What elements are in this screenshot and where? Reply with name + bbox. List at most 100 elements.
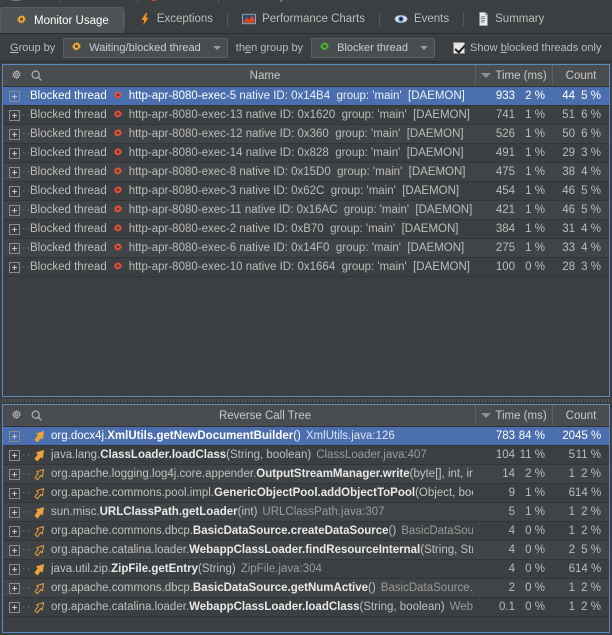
table-row[interactable]: ·· Blocked thread http-apr-8080-exec-8 na… xyxy=(3,163,609,182)
expand-icon[interactable] xyxy=(9,109,20,121)
table-row[interactable]: ·· java.lang.ClassLoader.loadClass(Strin… xyxy=(3,446,609,465)
expand-icon[interactable] xyxy=(9,601,20,613)
column-header-reverse-call-tree[interactable]: Reverse Call Tree xyxy=(55,410,475,422)
row-call-cell: ·· org.apache.commons.pool.impl.GenericO… xyxy=(3,487,473,500)
expand-icon[interactable] xyxy=(9,582,20,594)
top-tab-threads-label: Threads xyxy=(86,0,126,2)
expand-icon[interactable] xyxy=(9,449,20,461)
top-tab-memory[interactable]: Memory xyxy=(219,0,295,2)
expand-icon[interactable] xyxy=(9,90,20,102)
row-time: 933 xyxy=(495,90,515,102)
expand-icon[interactable] xyxy=(9,185,20,197)
expand-icon[interactable] xyxy=(9,204,20,216)
row-count-percent: 6 % xyxy=(581,128,601,140)
tab-exceptions[interactable]: Exceptions xyxy=(125,5,227,33)
show-blocked-threads-checkbox[interactable]: Show blocked threads only xyxy=(453,41,601,54)
top-tab-cpu[interactable]: CPU xyxy=(0,0,59,2)
eye-icon xyxy=(394,14,408,24)
row-kind-label: Blocked thread xyxy=(30,128,107,140)
row-kind-label: Blocked thread xyxy=(30,90,107,102)
top-tab-threads[interactable]: Threads xyxy=(60,0,136,2)
row-count-percent: 4 % xyxy=(581,242,601,254)
table-row[interactable]: ·· org.apache.catalina.loader.WebappClas… xyxy=(3,598,609,617)
table-row[interactable]: ·· org.apache.logging.log4j.core.appende… xyxy=(3,465,609,484)
table-row[interactable]: ·· Blocked thread http-apr-8080-exec-2 na… xyxy=(3,220,609,239)
grouping-toolbar: Group by Waiting/blocked thread then gro… xyxy=(0,34,612,62)
row-time: 275 xyxy=(495,242,515,254)
column-header-count[interactable]: Count xyxy=(553,410,609,422)
expand-icon[interactable] xyxy=(9,261,20,273)
memory-icon xyxy=(229,0,241,2)
thread-gear-icon xyxy=(113,166,122,175)
expand-icon[interactable] xyxy=(9,166,20,178)
then-group-by-combo[interactable]: Blocker thread xyxy=(311,37,435,58)
table-row[interactable]: ·· org.apache.commons.pool.impl.GenericO… xyxy=(3,484,609,503)
row-time: 384 xyxy=(495,223,515,235)
thread-gear-icon xyxy=(113,261,122,270)
row-count-percent: 5 % xyxy=(581,185,601,197)
tree-connector: ·· xyxy=(22,147,32,159)
thread-gear-icon xyxy=(113,185,122,194)
settings-gear-icon[interactable] xyxy=(10,69,23,82)
row-name-cell: ·· Blocked thread http-apr-8080-exec-11 n… xyxy=(3,204,473,216)
table-row[interactable]: ·· org.apache.catalina.loader.WebappClas… xyxy=(3,541,609,560)
row-call-cell: ·· org.docx4j.XmlUtils.getNewDocumentBui… xyxy=(3,430,473,443)
table-row[interactable]: ·· Blocked thread http-apr-8080-exec-3 na… xyxy=(3,182,609,201)
top-tab-cpu-label: CPU xyxy=(26,0,49,2)
table-row[interactable]: ·· Blocked thread http-apr-8080-exec-12 n… xyxy=(3,125,609,144)
expand-icon[interactable] xyxy=(9,563,20,575)
row-count-percent: 5 % xyxy=(581,544,601,556)
table-row[interactable]: ·· Blocked thread http-apr-8080-exec-6 na… xyxy=(3,239,609,258)
row-thread-meta: native ID: 0x16AC group: 'main' [DAEMON] xyxy=(241,204,473,216)
row-call-cell: ·· sun.misc.URLClassPath.getLoader(int) U… xyxy=(3,506,473,519)
table-row[interactable]: ·· Blocked thread http-apr-8080-exec-10 n… xyxy=(3,258,609,277)
row-method-signature: org.apache.commons.dbcp.BasicDataSource.… xyxy=(51,582,473,594)
row-time: 526 xyxy=(495,128,515,140)
column-header-name[interactable]: Name xyxy=(55,70,475,82)
search-icon[interactable] xyxy=(30,69,43,82)
tab-monitor-usage[interactable]: Monitor Usage xyxy=(0,7,124,33)
table-row[interactable]: ·· sun.misc.URLClassPath.getLoader(int) U… xyxy=(3,503,609,522)
row-time-percent: 1 % xyxy=(525,109,545,121)
table-row[interactable]: ·· org.docx4j.XmlUtils.getNewDocumentBui… xyxy=(3,427,609,446)
expand-icon[interactable] xyxy=(9,487,20,499)
table-row[interactable]: ·· Blocked thread http-apr-8080-exec-14 n… xyxy=(3,144,609,163)
table-row[interactable]: ·· java.util.zip.ZipFile.getEntry(String… xyxy=(3,560,609,579)
thread-gear-icon xyxy=(113,242,122,251)
table-row[interactable]: ·· Blocked thread http-apr-8080-exec-5 na… xyxy=(3,87,609,106)
table-row[interactable]: ·· Blocked thread http-apr-8080-exec-11 n… xyxy=(3,201,609,220)
row-time-percent: 1 % xyxy=(525,242,545,254)
top-tab-sessions-label: Sessions xyxy=(164,0,209,2)
expand-icon[interactable] xyxy=(9,147,20,159)
row-count: 44 xyxy=(562,90,575,102)
expand-icon[interactable] xyxy=(9,468,20,480)
column-header-time[interactable]: Time (ms) xyxy=(475,405,553,426)
row-call-cell: ·· org.apache.commons.dbcp.BasicDataSour… xyxy=(3,525,473,538)
expand-icon[interactable] xyxy=(9,223,20,235)
expand-icon[interactable] xyxy=(9,430,20,442)
expand-icon[interactable] xyxy=(9,544,20,556)
group-by-combo[interactable]: Waiting/blocked thread xyxy=(63,37,228,58)
table-row[interactable]: ·· org.apache.commons.dbcp.BasicDataSour… xyxy=(3,522,609,541)
table-row[interactable]: ·· Blocked thread http-apr-8080-exec-13 n… xyxy=(3,106,609,125)
top-tab-sessions[interactable]: Sessions xyxy=(138,0,219,2)
row-source-location: BasicDataSource.java: xyxy=(380,582,473,594)
row-name-cell: ·· Blocked thread http-apr-8080-exec-3 na… xyxy=(3,185,473,197)
table-row[interactable]: ·· org.apache.commons.dbcp.BasicDataSour… xyxy=(3,579,609,598)
expand-icon[interactable] xyxy=(9,242,20,254)
expand-icon[interactable] xyxy=(9,525,20,537)
row-count: 50 xyxy=(562,128,575,140)
row-name-cell: ·· Blocked thread http-apr-8080-exec-5 na… xyxy=(3,90,473,102)
search-icon[interactable] xyxy=(30,409,43,422)
panel-splitter[interactable] xyxy=(0,397,612,404)
column-header-time[interactable]: Time (ms) xyxy=(475,65,553,86)
settings-gear-icon[interactable] xyxy=(10,409,23,422)
row-thread-meta: native ID: 0xB70 group: 'main' [DAEMON] xyxy=(236,223,459,235)
column-header-count[interactable]: Count xyxy=(553,70,609,82)
tab-summary[interactable]: Summary xyxy=(464,5,558,33)
expand-icon[interactable] xyxy=(9,506,20,518)
tab-performance-charts[interactable]: Performance Charts xyxy=(228,5,379,33)
cpu-icon xyxy=(11,0,21,1)
expand-icon[interactable] xyxy=(9,128,20,140)
tab-events[interactable]: Events xyxy=(380,5,463,33)
